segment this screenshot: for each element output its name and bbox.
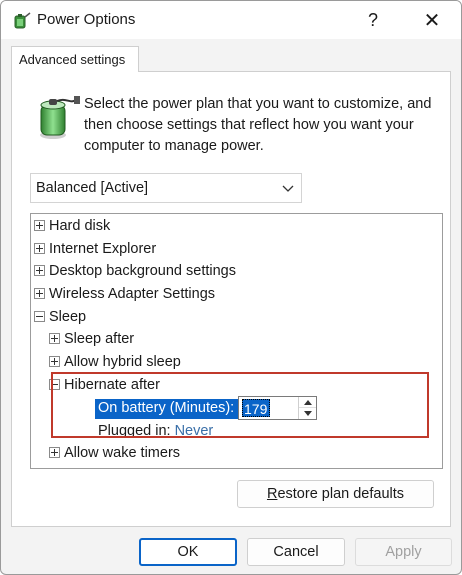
- power-options-dialog: Power Options ? ✕ Advanced settings Sele…: [0, 0, 462, 575]
- tree-item-label: Hibernate after: [64, 376, 160, 393]
- spinner-buttons: [298, 397, 316, 419]
- advanced-settings-panel: Select the power plan that you want to c…: [11, 71, 451, 527]
- tree-item-desktop-background[interactable]: Desktop background settings: [34, 260, 236, 281]
- collapse-icon[interactable]: [34, 311, 45, 322]
- battery-plug-icon: [40, 96, 80, 139]
- on-battery-minutes-stepper[interactable]: 179: [238, 396, 317, 420]
- power-plan-value: Balanced [Active]: [36, 180, 149, 196]
- apply-button[interactable]: Apply: [355, 538, 452, 566]
- tree-item-label: Desktop background settings: [49, 262, 236, 279]
- tree-item-hibernate-after[interactable]: Hibernate after: [49, 374, 160, 395]
- tree-item-label: Allow hybrid sleep: [64, 353, 181, 370]
- tree-item-label: Sleep after: [64, 330, 135, 347]
- tree-item-allow-hybrid-sleep[interactable]: Allow hybrid sleep: [49, 351, 181, 372]
- tree-item-label: Internet Explorer: [49, 240, 157, 257]
- plugged-in-label: Plugged in:: [98, 423, 171, 439]
- cancel-button[interactable]: Cancel: [247, 538, 345, 566]
- plugged-in-row[interactable]: Plugged in: Never: [98, 423, 213, 439]
- tree-item-hard-disk[interactable]: Hard disk: [34, 215, 110, 236]
- title-bar: Power Options ? ✕: [1, 1, 461, 39]
- tree-item-label: Allow wake timers: [64, 444, 181, 461]
- increment-button[interactable]: [299, 397, 316, 408]
- tree-item-internet-explorer[interactable]: Internet Explorer: [34, 238, 156, 259]
- on-battery-minutes-value[interactable]: 179: [242, 399, 271, 417]
- collapse-icon[interactable]: [49, 379, 60, 390]
- tree-item-sleep-after[interactable]: Sleep after: [49, 328, 134, 349]
- tree-item-allow-wake-timers[interactable]: Allow wake timers: [49, 442, 180, 463]
- help-button[interactable]: ?: [350, 1, 396, 39]
- tree-item-label: Sleep: [49, 308, 87, 325]
- restore-plan-defaults-button[interactable]: Restore plan defaults: [237, 480, 434, 508]
- expand-icon[interactable]: [34, 220, 45, 231]
- ok-button[interactable]: OK: [139, 538, 237, 566]
- expand-icon[interactable]: [49, 447, 60, 458]
- caret-down-icon: [303, 411, 312, 416]
- chevron-down-icon: [282, 185, 294, 192]
- settings-tree[interactable]: Hard disk Internet Explorer Desktop back…: [30, 213, 443, 469]
- expand-icon[interactable]: [34, 243, 45, 254]
- on-battery-label[interactable]: On battery (Minutes):: [95, 399, 239, 419]
- tree-item-sleep[interactable]: Sleep: [34, 306, 86, 327]
- description-text: Select the power plan that you want to c…: [84, 96, 432, 154]
- restore-label: estore plan defaults: [277, 486, 405, 502]
- close-button[interactable]: ✕: [409, 1, 455, 39]
- power-plan-select[interactable]: Balanced [Active]: [30, 173, 302, 203]
- caret-up-icon: [303, 399, 312, 405]
- power-options-icon: [14, 12, 31, 29]
- plugged-in-value[interactable]: Never: [175, 423, 214, 439]
- decrement-button[interactable]: [299, 408, 316, 419]
- expand-icon[interactable]: [34, 288, 45, 299]
- expand-icon[interactable]: [49, 356, 60, 367]
- window-title: Power Options: [37, 11, 136, 28]
- tree-item-wireless-adapter[interactable]: Wireless Adapter Settings: [34, 283, 215, 304]
- restore-accelerator: R: [266, 486, 278, 502]
- tab-advanced-settings[interactable]: Advanced settings: [11, 46, 139, 72]
- tree-item-label: Hard disk: [49, 217, 111, 234]
- tree-item-label: Wireless Adapter Settings: [49, 285, 216, 302]
- expand-icon[interactable]: [34, 265, 45, 276]
- expand-icon[interactable]: [49, 333, 60, 344]
